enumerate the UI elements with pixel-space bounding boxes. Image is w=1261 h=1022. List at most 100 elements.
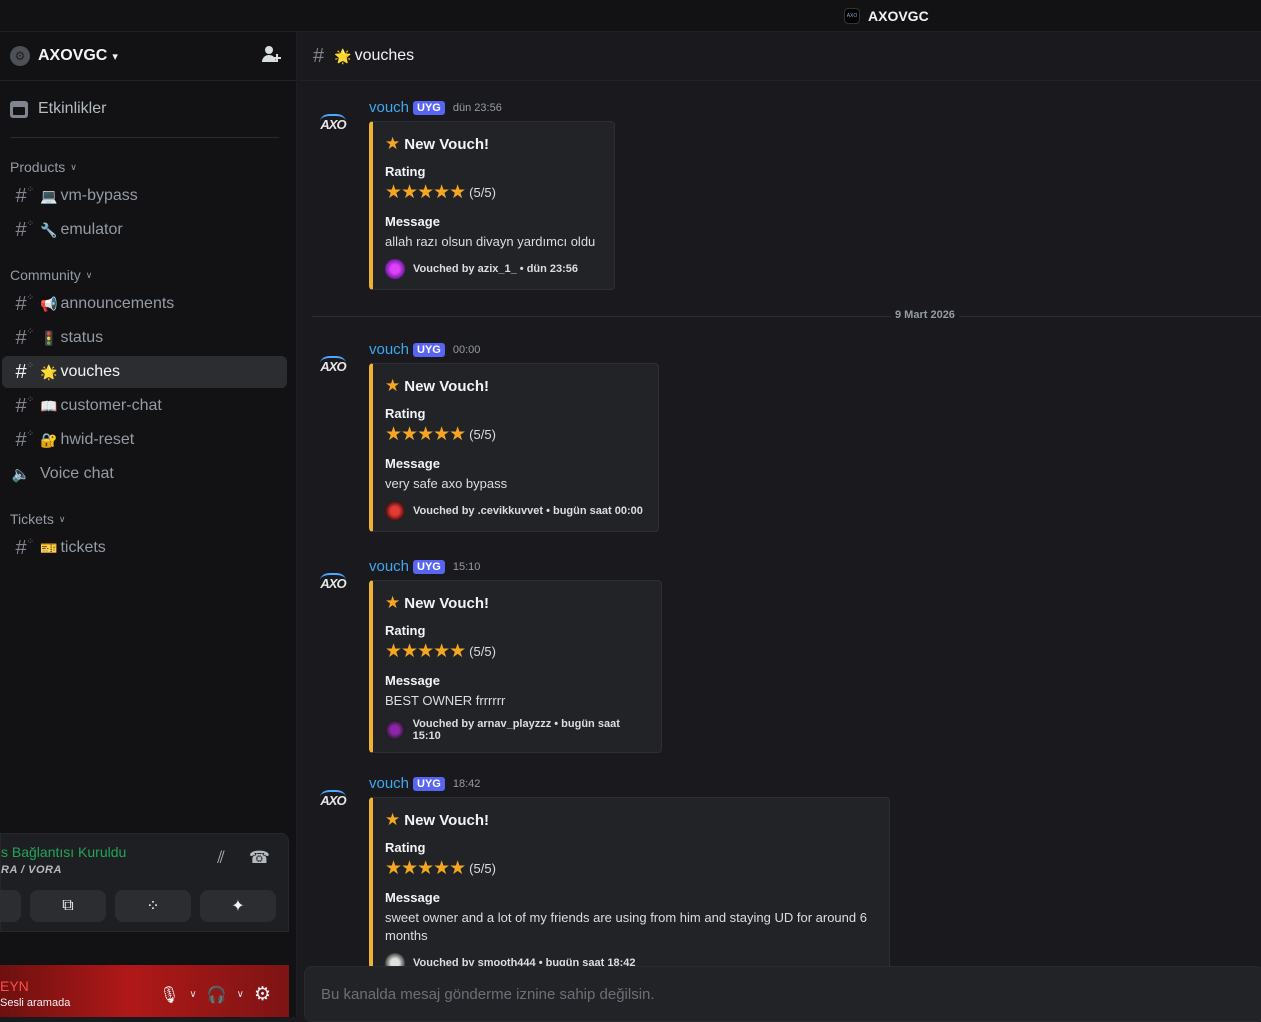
channel-voice-chat[interactable]: 🔈 Voice chat	[2, 458, 287, 490]
embed-title: New Vouch!	[404, 377, 489, 395]
chevron-down-icon: ▾	[112, 50, 118, 63]
category-products[interactable]: Products ∨	[0, 156, 296, 178]
vouch-message: BEST OWNER frrrrrr	[385, 693, 506, 708]
voice-status-text[interactable]: s Bağlantısı Kuruldu	[1, 844, 126, 860]
rating-stars: ★★★★★	[385, 641, 466, 662]
vouch-embed: ★ New Vouch! Rating ★★★★★ (5/5) Message BE…	[369, 580, 662, 753]
category-tickets[interactable]: Tickets ∨	[0, 508, 296, 530]
server-guide-icon: ⚙	[10, 46, 30, 66]
rating-stars: ★★★★★	[385, 858, 466, 879]
camera-button[interactable]	[0, 890, 21, 922]
text-channel-icon: # ⁘	[15, 393, 34, 417]
channel-label: vouches	[60, 363, 121, 380]
username[interactable]: EYN	[0, 978, 29, 994]
invite-people-icon[interactable]	[262, 45, 282, 68]
embed-title: New Vouch!	[404, 811, 489, 829]
avatar[interactable]: AXO	[316, 565, 350, 599]
chat-area: # 🌟 vouches AXO vouch UYG dün 23:56 ★ New…	[298, 32, 1261, 1022]
avatar[interactable]: AXO	[316, 106, 350, 140]
date-divider: 9 Mart 2026	[891, 309, 959, 321]
text-channel-icon: # ⁘	[15, 291, 34, 315]
embed-footer: Vouched by azix_1_ • dün 23:56	[413, 263, 579, 275]
channel-status[interactable]: # ⁘ 🚦 status	[2, 322, 287, 354]
embed-title: New Vouch!	[404, 135, 489, 153]
gear-icon[interactable]: ⚙	[254, 983, 271, 1006]
chevron-down-icon[interactable]: ∨	[189, 989, 196, 1000]
events-label: Etkinlikler	[38, 100, 107, 117]
channel-emoji: 🌟	[334, 47, 352, 64]
text-channel-icon: # ⁘	[15, 535, 34, 559]
date-divider-line	[312, 316, 1261, 317]
channel-emulator[interactable]: # ⁘ 🔧 emulator	[2, 214, 287, 246]
category-label: Community	[10, 267, 81, 283]
channel-hwid-reset[interactable]: # ⁘ 🔐 hwid-reset	[2, 424, 287, 456]
app-badge: UYG	[413, 342, 445, 357]
channel-title: vouches	[354, 47, 415, 64]
activities-button[interactable]: ⁘	[115, 890, 191, 922]
category-label: Tickets	[10, 511, 54, 527]
composer-placeholder: Bu kanalda mesaj gönderme iznine sahip d…	[321, 985, 655, 1003]
channel-announcements[interactable]: # ⁘ 📢 announcements	[2, 288, 287, 320]
channel-emoji: 🎫	[40, 539, 58, 556]
avatar[interactable]: AXO	[316, 348, 350, 382]
channel-header: # 🌟 vouches	[298, 32, 1261, 81]
microphone-icon[interactable]: 🎙	[159, 985, 179, 1005]
vouch-embed: ★ New Vouch! Rating ★★★★★ (5/5) Message ve…	[369, 363, 659, 532]
author-name[interactable]: vouch	[369, 99, 409, 116]
app-badge: UYG	[413, 776, 445, 791]
text-channel-icon: #	[313, 44, 325, 67]
vouch-message: allah razı olsun divayn yardımcı oldu	[385, 234, 596, 249]
timestamp: dün 23:56	[452, 101, 502, 114]
server-mini-icon: AXO	[844, 8, 860, 24]
field-label: Rating	[385, 164, 426, 179]
channel-label: tickets	[60, 539, 106, 556]
channel-vouches[interactable]: # ⁘ 🌟 vouches	[2, 356, 287, 388]
chevron-down-icon: ∨	[58, 513, 66, 524]
author-name[interactable]: vouch	[369, 558, 409, 575]
channel-customer-chat[interactable]: # ⁘ 📖 customer-chat	[2, 390, 287, 422]
avatar[interactable]: AXO	[316, 782, 350, 816]
category-community[interactable]: Community ∨	[0, 264, 296, 286]
author-name[interactable]: vouch	[369, 775, 409, 792]
rating-score: (5/5)	[469, 644, 496, 659]
channel-label: hwid-reset	[60, 431, 135, 448]
headphones-icon[interactable]: 🎧	[207, 985, 227, 1005]
channel-emoji: 🚦	[40, 329, 58, 346]
text-channel-icon: # ⁘	[15, 325, 34, 349]
user-status: Sesli aramada	[0, 997, 71, 1009]
chevron-down-icon: ∨	[85, 269, 93, 280]
star-icon: ★	[385, 134, 401, 153]
channel-emoji: 🌟	[40, 363, 58, 380]
field-label: Message	[385, 890, 440, 905]
field-label: Rating	[385, 406, 426, 421]
soundboard-button[interactable]: ✦	[200, 890, 276, 922]
guild-header[interactable]: ⚙ AXOVGC ▾	[0, 32, 296, 81]
field-label: Rating	[385, 623, 426, 638]
channel-label: announcements	[60, 295, 175, 312]
timestamp: 00:00	[452, 343, 481, 356]
rating-score: (5/5)	[469, 185, 496, 200]
events-link[interactable]: Etkinlikler	[0, 81, 296, 137]
channel-emoji: 📢	[40, 295, 58, 312]
message-composer[interactable]: Bu kanalda mesaj gönderme iznine sahip d…	[304, 966, 1261, 1022]
disconnect-icon[interactable]: ☎	[249, 848, 270, 868]
channel-label: emulator	[60, 221, 123, 238]
channel-emoji: 📖	[40, 397, 58, 414]
noise-suppression-icon[interactable]: ⫽	[217, 848, 225, 868]
field-label: Message	[385, 456, 440, 471]
text-channel-icon: # ⁘	[15, 359, 34, 383]
window-server-label: AXO AXOVGC	[844, 8, 929, 24]
channel-label: status	[60, 329, 104, 346]
app-badge: UYG	[413, 559, 445, 574]
author-name[interactable]: vouch	[369, 341, 409, 358]
embed-title: New Vouch!	[404, 594, 489, 612]
channel-tickets[interactable]: # ⁘ 🎫 tickets	[2, 532, 287, 564]
channel-vm-bypass[interactable]: # ⁘ 💻 vm-bypass	[2, 180, 287, 212]
vouch-message: sweet owner and a lot of my friends are …	[385, 910, 867, 943]
chevron-down-icon[interactable]: ∨	[237, 989, 244, 1000]
field-label: Rating	[385, 840, 426, 855]
screen-share-button[interactable]: ⧉	[30, 890, 106, 922]
voice-channel-path: RA / VORA	[1, 864, 62, 876]
user-panel: EYN Sesli aramada 🎙 ∨ 🎧 ∨ ⚙	[0, 965, 289, 1017]
star-icon: ★	[385, 593, 401, 612]
